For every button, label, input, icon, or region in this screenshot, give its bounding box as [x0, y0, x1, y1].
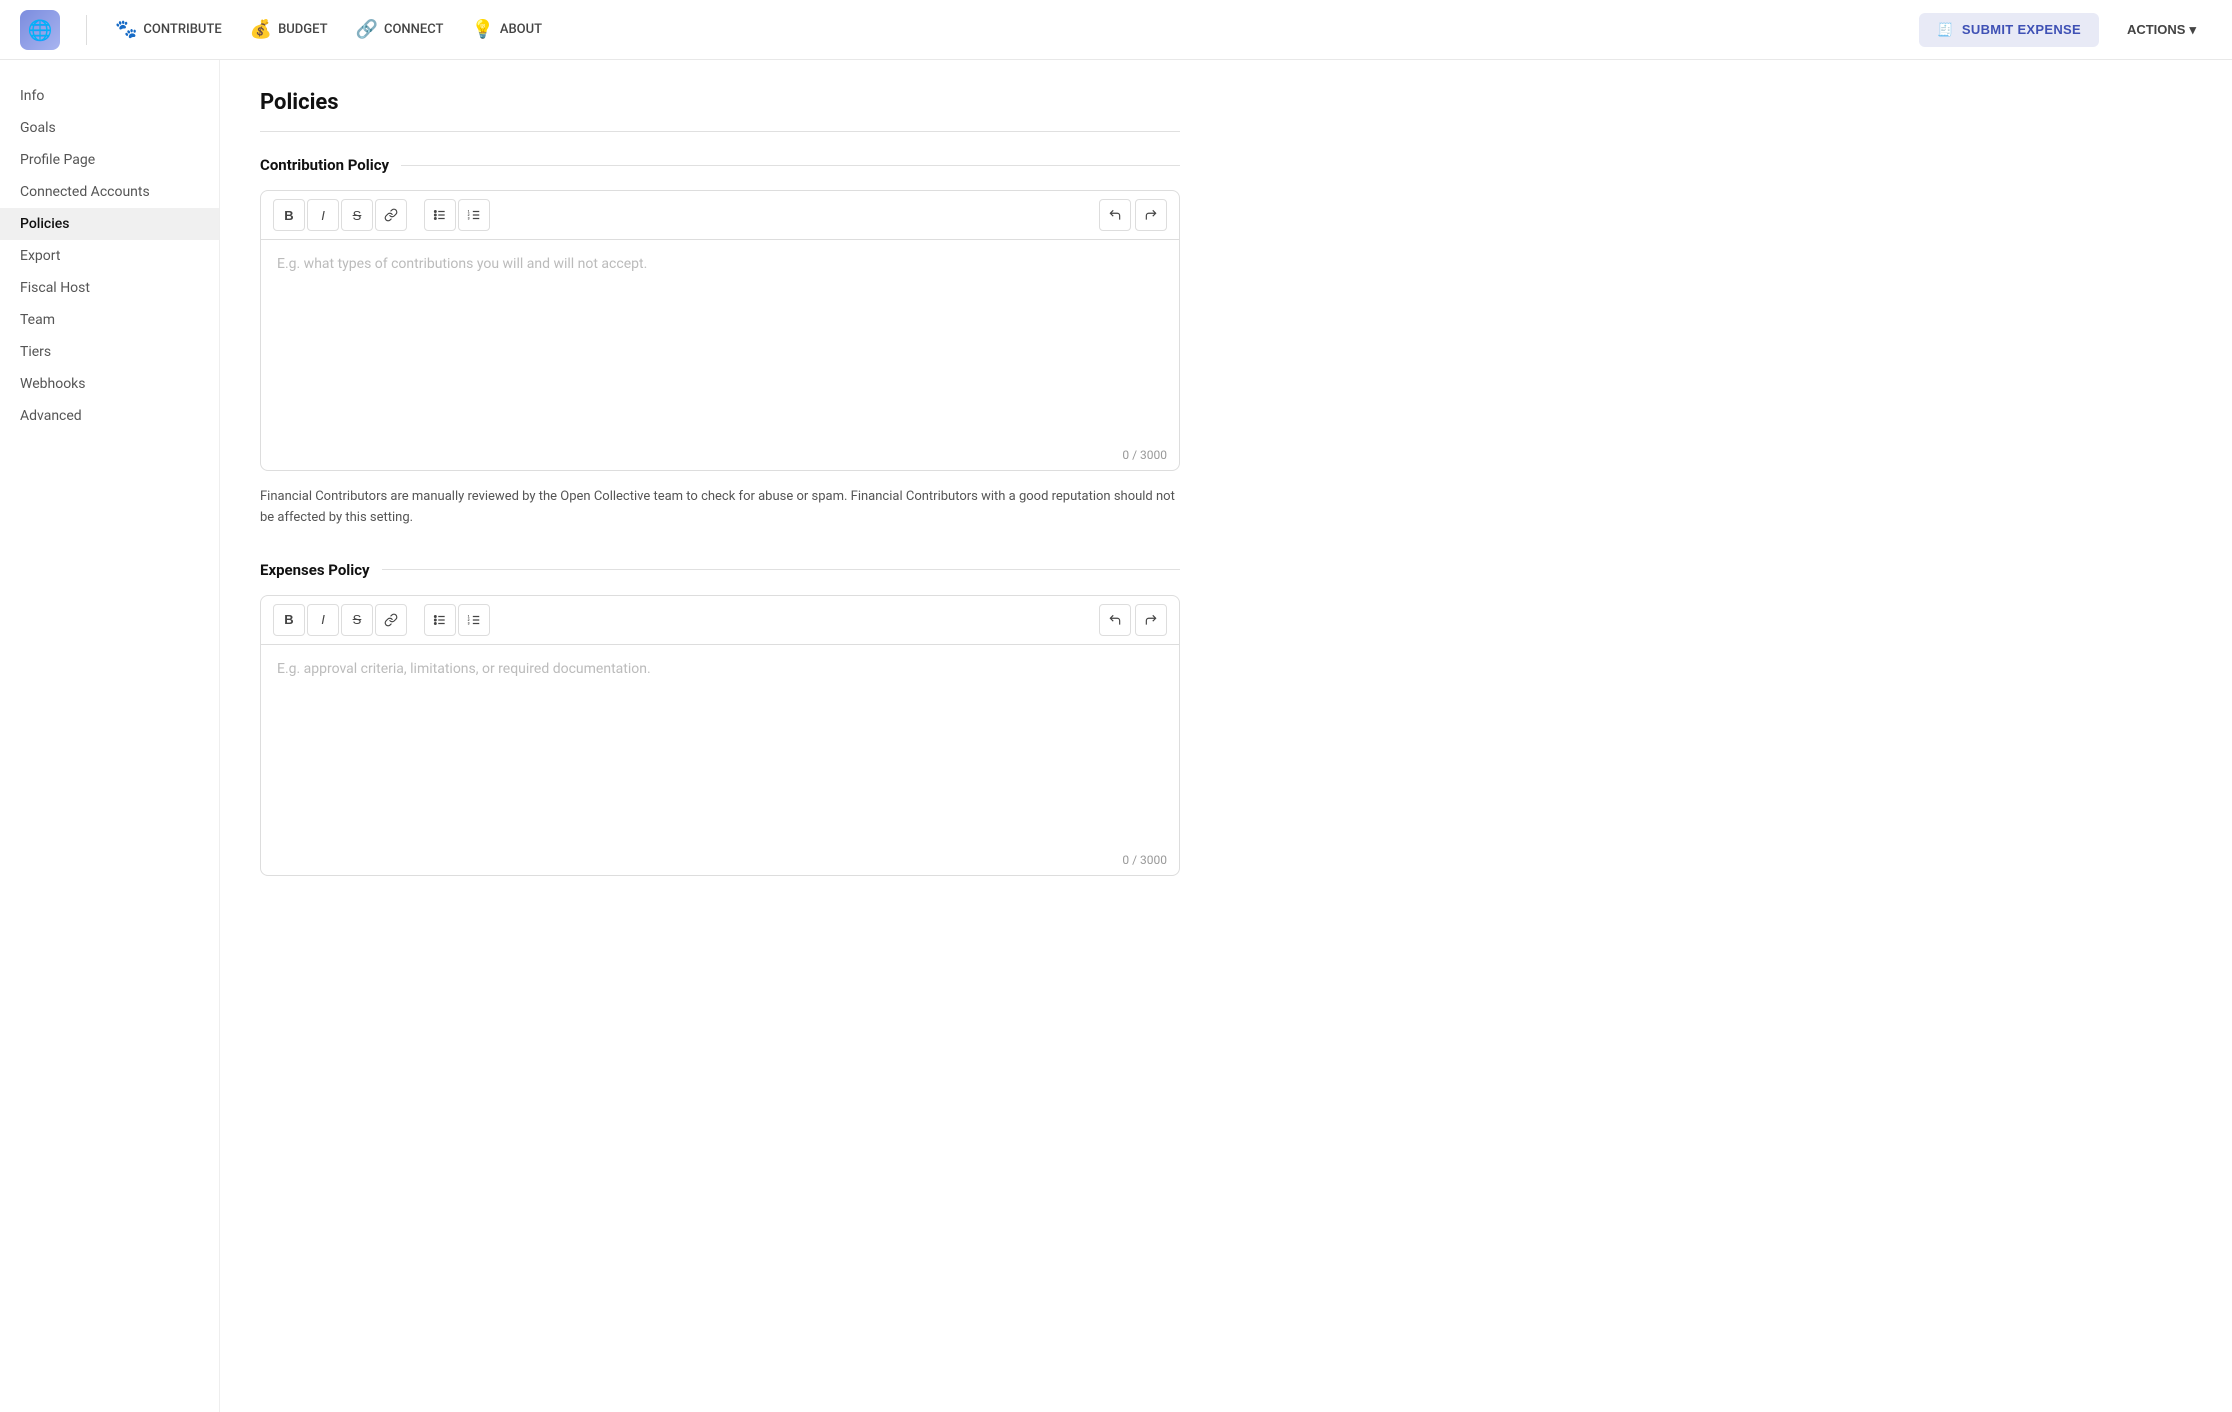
format-group: B I S	[273, 199, 407, 231]
contribute-icon: 🐾	[115, 19, 137, 40]
sidebar-item-connected-accounts[interactable]: Connected Accounts	[0, 176, 219, 208]
nav-budget-label: BUDGET	[278, 22, 327, 37]
submit-expense-icon: 🧾	[1937, 22, 1954, 38]
expenses-undo-redo-group	[1099, 604, 1167, 636]
nav-about[interactable]: 💡 ABOUT	[459, 11, 554, 48]
expenses-counter: 0 / 3000	[261, 845, 1179, 875]
expenses-policy-header: Expenses Policy	[260, 561, 1180, 579]
contribution-counter: 0 / 3000	[261, 440, 1179, 470]
italic-button[interactable]: I	[307, 199, 339, 231]
sidebar-item-goals[interactable]: Goals	[0, 112, 219, 144]
expenses-bullet-list-button[interactable]	[424, 604, 456, 636]
nav-connect[interactable]: 🔗 CONNECT	[344, 11, 456, 48]
undo-redo-group	[1099, 199, 1167, 231]
actions-button[interactable]: ACTIONS ▾	[2111, 13, 2212, 47]
expenses-policy-section: Expenses Policy B I S	[260, 561, 1180, 876]
title-divider	[260, 131, 1180, 132]
strikethrough-button[interactable]: S	[341, 199, 373, 231]
expenses-undo-button[interactable]	[1099, 604, 1131, 636]
contribution-editor-body[interactable]: E.g. what types of contributions you wil…	[261, 240, 1179, 440]
about-icon: 💡	[471, 19, 493, 40]
sidebar: Info Goals Profile Page Connected Accoun…	[0, 60, 220, 1412]
undo-icon	[1108, 208, 1122, 222]
redo-icon	[1144, 208, 1158, 222]
nav-about-label: ABOUT	[500, 22, 542, 37]
budget-icon: 💰	[250, 19, 272, 40]
header-divider	[86, 15, 87, 45]
expenses-editor-body[interactable]: E.g. approval criteria, limitations, or …	[261, 645, 1179, 845]
ordered-list-icon: 1 2 3	[467, 208, 481, 222]
nav-connect-label: CONNECT	[384, 22, 443, 37]
sidebar-item-webhooks[interactable]: Webhooks	[0, 368, 219, 400]
undo-button[interactable]	[1099, 199, 1131, 231]
contribution-toolbar: B I S	[261, 191, 1179, 240]
expenses-redo-icon	[1144, 613, 1158, 627]
expenses-policy-line	[382, 569, 1180, 570]
chevron-down-icon: ▾	[2189, 22, 2196, 38]
page-title: Policies	[260, 90, 1180, 115]
contribution-description: Financial Contributors are manually revi…	[260, 487, 1180, 529]
contribution-policy-title: Contribution Policy	[260, 156, 389, 174]
actions-label: ACTIONS	[2127, 22, 2186, 37]
sidebar-item-info[interactable]: Info	[0, 80, 219, 112]
expenses-policy-title: Expenses Policy	[260, 561, 370, 579]
expenses-link-icon	[384, 613, 398, 627]
sidebar-item-profile-page[interactable]: Profile Page	[0, 144, 219, 176]
contribution-policy-line	[401, 165, 1180, 166]
link-icon	[384, 208, 398, 222]
bold-button[interactable]: B	[273, 199, 305, 231]
svg-text:3: 3	[468, 217, 470, 221]
list-group: 1 2 3	[424, 199, 490, 231]
submit-expense-button[interactable]: 🧾 SUBMIT EXPENSE	[1919, 13, 2099, 47]
expenses-bold-button[interactable]: B	[273, 604, 305, 636]
sidebar-item-tiers[interactable]: Tiers	[0, 336, 219, 368]
expenses-list-group: 1 2 3	[424, 604, 490, 636]
svg-text:3: 3	[468, 621, 470, 625]
sidebar-item-policies[interactable]: Policies	[0, 208, 219, 240]
expenses-policy-editor: B I S	[260, 595, 1180, 876]
sidebar-item-team[interactable]: Team	[0, 304, 219, 336]
main-nav: 🐾 CONTRIBUTE 💰 BUDGET 🔗 CONNECT 💡 ABOUT	[103, 11, 1915, 48]
ordered-list-button[interactable]: 1 2 3	[458, 199, 490, 231]
expenses-link-button[interactable]	[375, 604, 407, 636]
contribution-placeholder: E.g. what types of contributions you wil…	[277, 256, 647, 272]
logo-avatar[interactable]: 🌐	[20, 10, 60, 50]
toolbar-sep-1	[415, 205, 416, 225]
expenses-format-group: B I S	[273, 604, 407, 636]
expenses-italic-button[interactable]: I	[307, 604, 339, 636]
redo-button[interactable]	[1135, 199, 1167, 231]
expenses-ordered-list-button[interactable]: 1 2 3	[458, 604, 490, 636]
expenses-placeholder: E.g. approval criteria, limitations, or …	[277, 661, 651, 677]
expenses-ordered-list-icon: 1 2 3	[467, 613, 481, 627]
header: 🌐 🐾 CONTRIBUTE 💰 BUDGET 🔗 CONNECT 💡 ABOU…	[0, 0, 2232, 60]
expenses-strikethrough-button[interactable]: S	[341, 604, 373, 636]
page-layout: Info Goals Profile Page Connected Accoun…	[0, 60, 2232, 1412]
expenses-bullet-list-icon	[433, 613, 447, 627]
expenses-redo-button[interactable]	[1135, 604, 1167, 636]
contribution-policy-section: Contribution Policy B I S	[260, 156, 1180, 529]
submit-expense-label: SUBMIT EXPENSE	[1962, 22, 2081, 37]
nav-contribute[interactable]: 🐾 CONTRIBUTE	[103, 11, 234, 48]
logo-area: 🌐	[20, 10, 60, 50]
expenses-toolbar-sep	[415, 610, 416, 630]
link-button[interactable]	[375, 199, 407, 231]
bullet-list-button[interactable]	[424, 199, 456, 231]
sidebar-item-advanced[interactable]: Advanced	[0, 400, 219, 432]
contribution-policy-editor: B I S	[260, 190, 1180, 471]
contribution-policy-header: Contribution Policy	[260, 156, 1180, 174]
sidebar-item-fiscal-host[interactable]: Fiscal Host	[0, 272, 219, 304]
expenses-undo-icon	[1108, 613, 1122, 627]
nav-contribute-label: CONTRIBUTE	[143, 22, 221, 37]
main-content: Policies Contribution Policy B I S	[220, 60, 1220, 1412]
header-actions: 🧾 SUBMIT EXPENSE ACTIONS ▾	[1919, 13, 2212, 47]
expenses-toolbar: B I S	[261, 596, 1179, 645]
bullet-list-icon	[433, 208, 447, 222]
nav-budget[interactable]: 💰 BUDGET	[238, 11, 340, 48]
connect-icon: 🔗	[356, 19, 378, 40]
sidebar-item-export[interactable]: Export	[0, 240, 219, 272]
